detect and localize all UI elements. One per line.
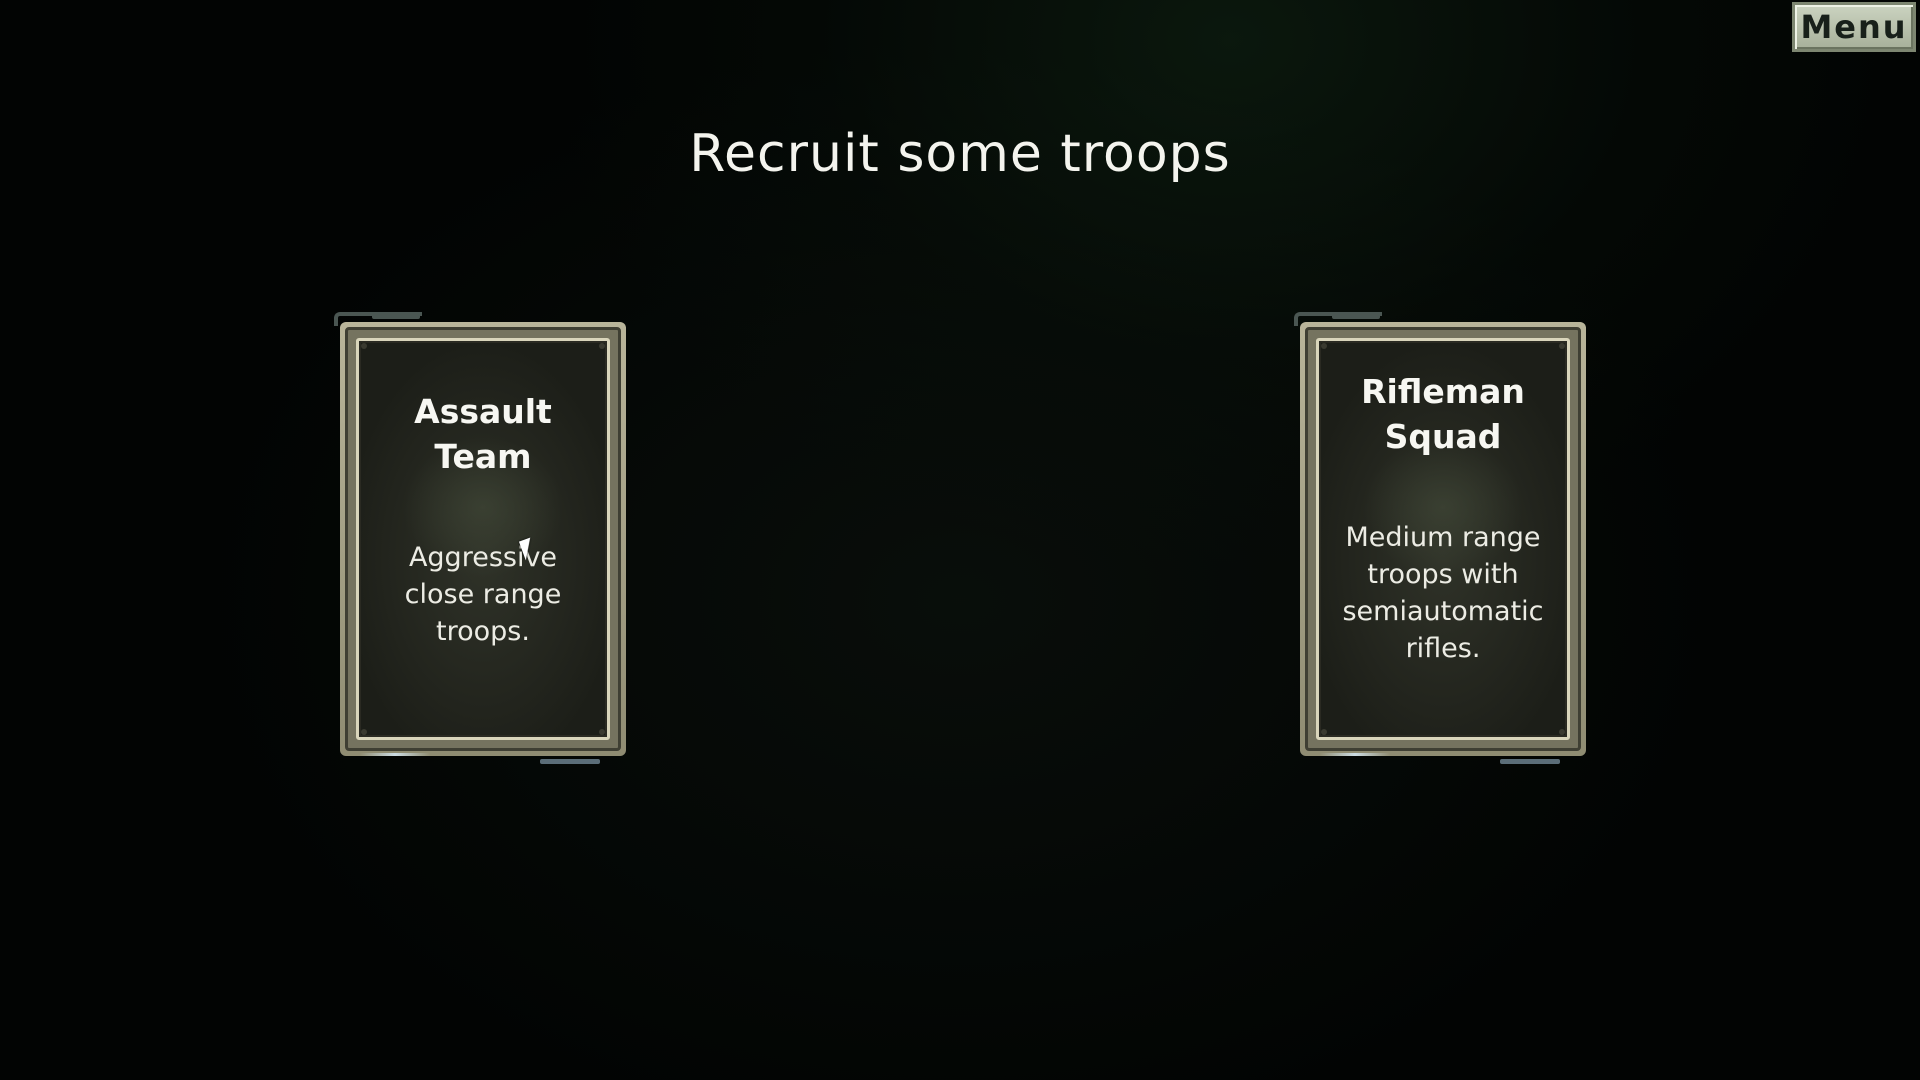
card-description: Aggressive close range troops. bbox=[404, 542, 562, 647]
corner-rivet-icon bbox=[1321, 729, 1327, 735]
card-tab-bar-decoration bbox=[1332, 314, 1380, 319]
corner-rivet-icon bbox=[1321, 343, 1327, 349]
corner-rivet-icon bbox=[599, 343, 605, 349]
card-frame: Assault Team Aggressive close range troo… bbox=[345, 327, 621, 751]
menu-button[interactable]: Menu bbox=[1792, 2, 1916, 52]
recruit-card-assault-team[interactable]: Assault Team Aggressive close range troo… bbox=[334, 312, 626, 764]
corner-rivet-icon bbox=[361, 729, 367, 735]
card-foot-decoration bbox=[1500, 759, 1560, 764]
card-shine-decoration bbox=[360, 753, 430, 756]
card-description: Medium range troops with semiautomatic r… bbox=[1342, 522, 1544, 664]
game-screen: Menu Recruit some troops Assault Team Ag… bbox=[0, 0, 1920, 1080]
card-title: Rifleman Squad bbox=[1319, 369, 1567, 459]
card-title: Assault Team bbox=[414, 392, 552, 476]
page-title: Recruit some troops bbox=[689, 124, 1231, 184]
recruit-card-rifleman-squad[interactable]: Rifleman Squad Medium range troops with … bbox=[1294, 312, 1586, 764]
card-shine-decoration bbox=[1320, 753, 1390, 756]
card-tab-bar-decoration bbox=[372, 314, 420, 319]
card-foot-decoration bbox=[540, 759, 600, 764]
card-frame: Rifleman Squad Medium range troops with … bbox=[1305, 327, 1581, 751]
card-title-text: Rifleman Squad bbox=[1361, 372, 1525, 456]
corner-rivet-icon bbox=[1559, 343, 1565, 349]
corner-rivet-icon bbox=[361, 343, 367, 349]
corner-rivet-icon bbox=[1559, 729, 1565, 735]
card-inner-panel: Rifleman Squad Medium range troops with … bbox=[1316, 338, 1570, 740]
corner-rivet-icon bbox=[599, 729, 605, 735]
card-inner-panel: Assault Team Aggressive close range troo… bbox=[356, 338, 610, 740]
